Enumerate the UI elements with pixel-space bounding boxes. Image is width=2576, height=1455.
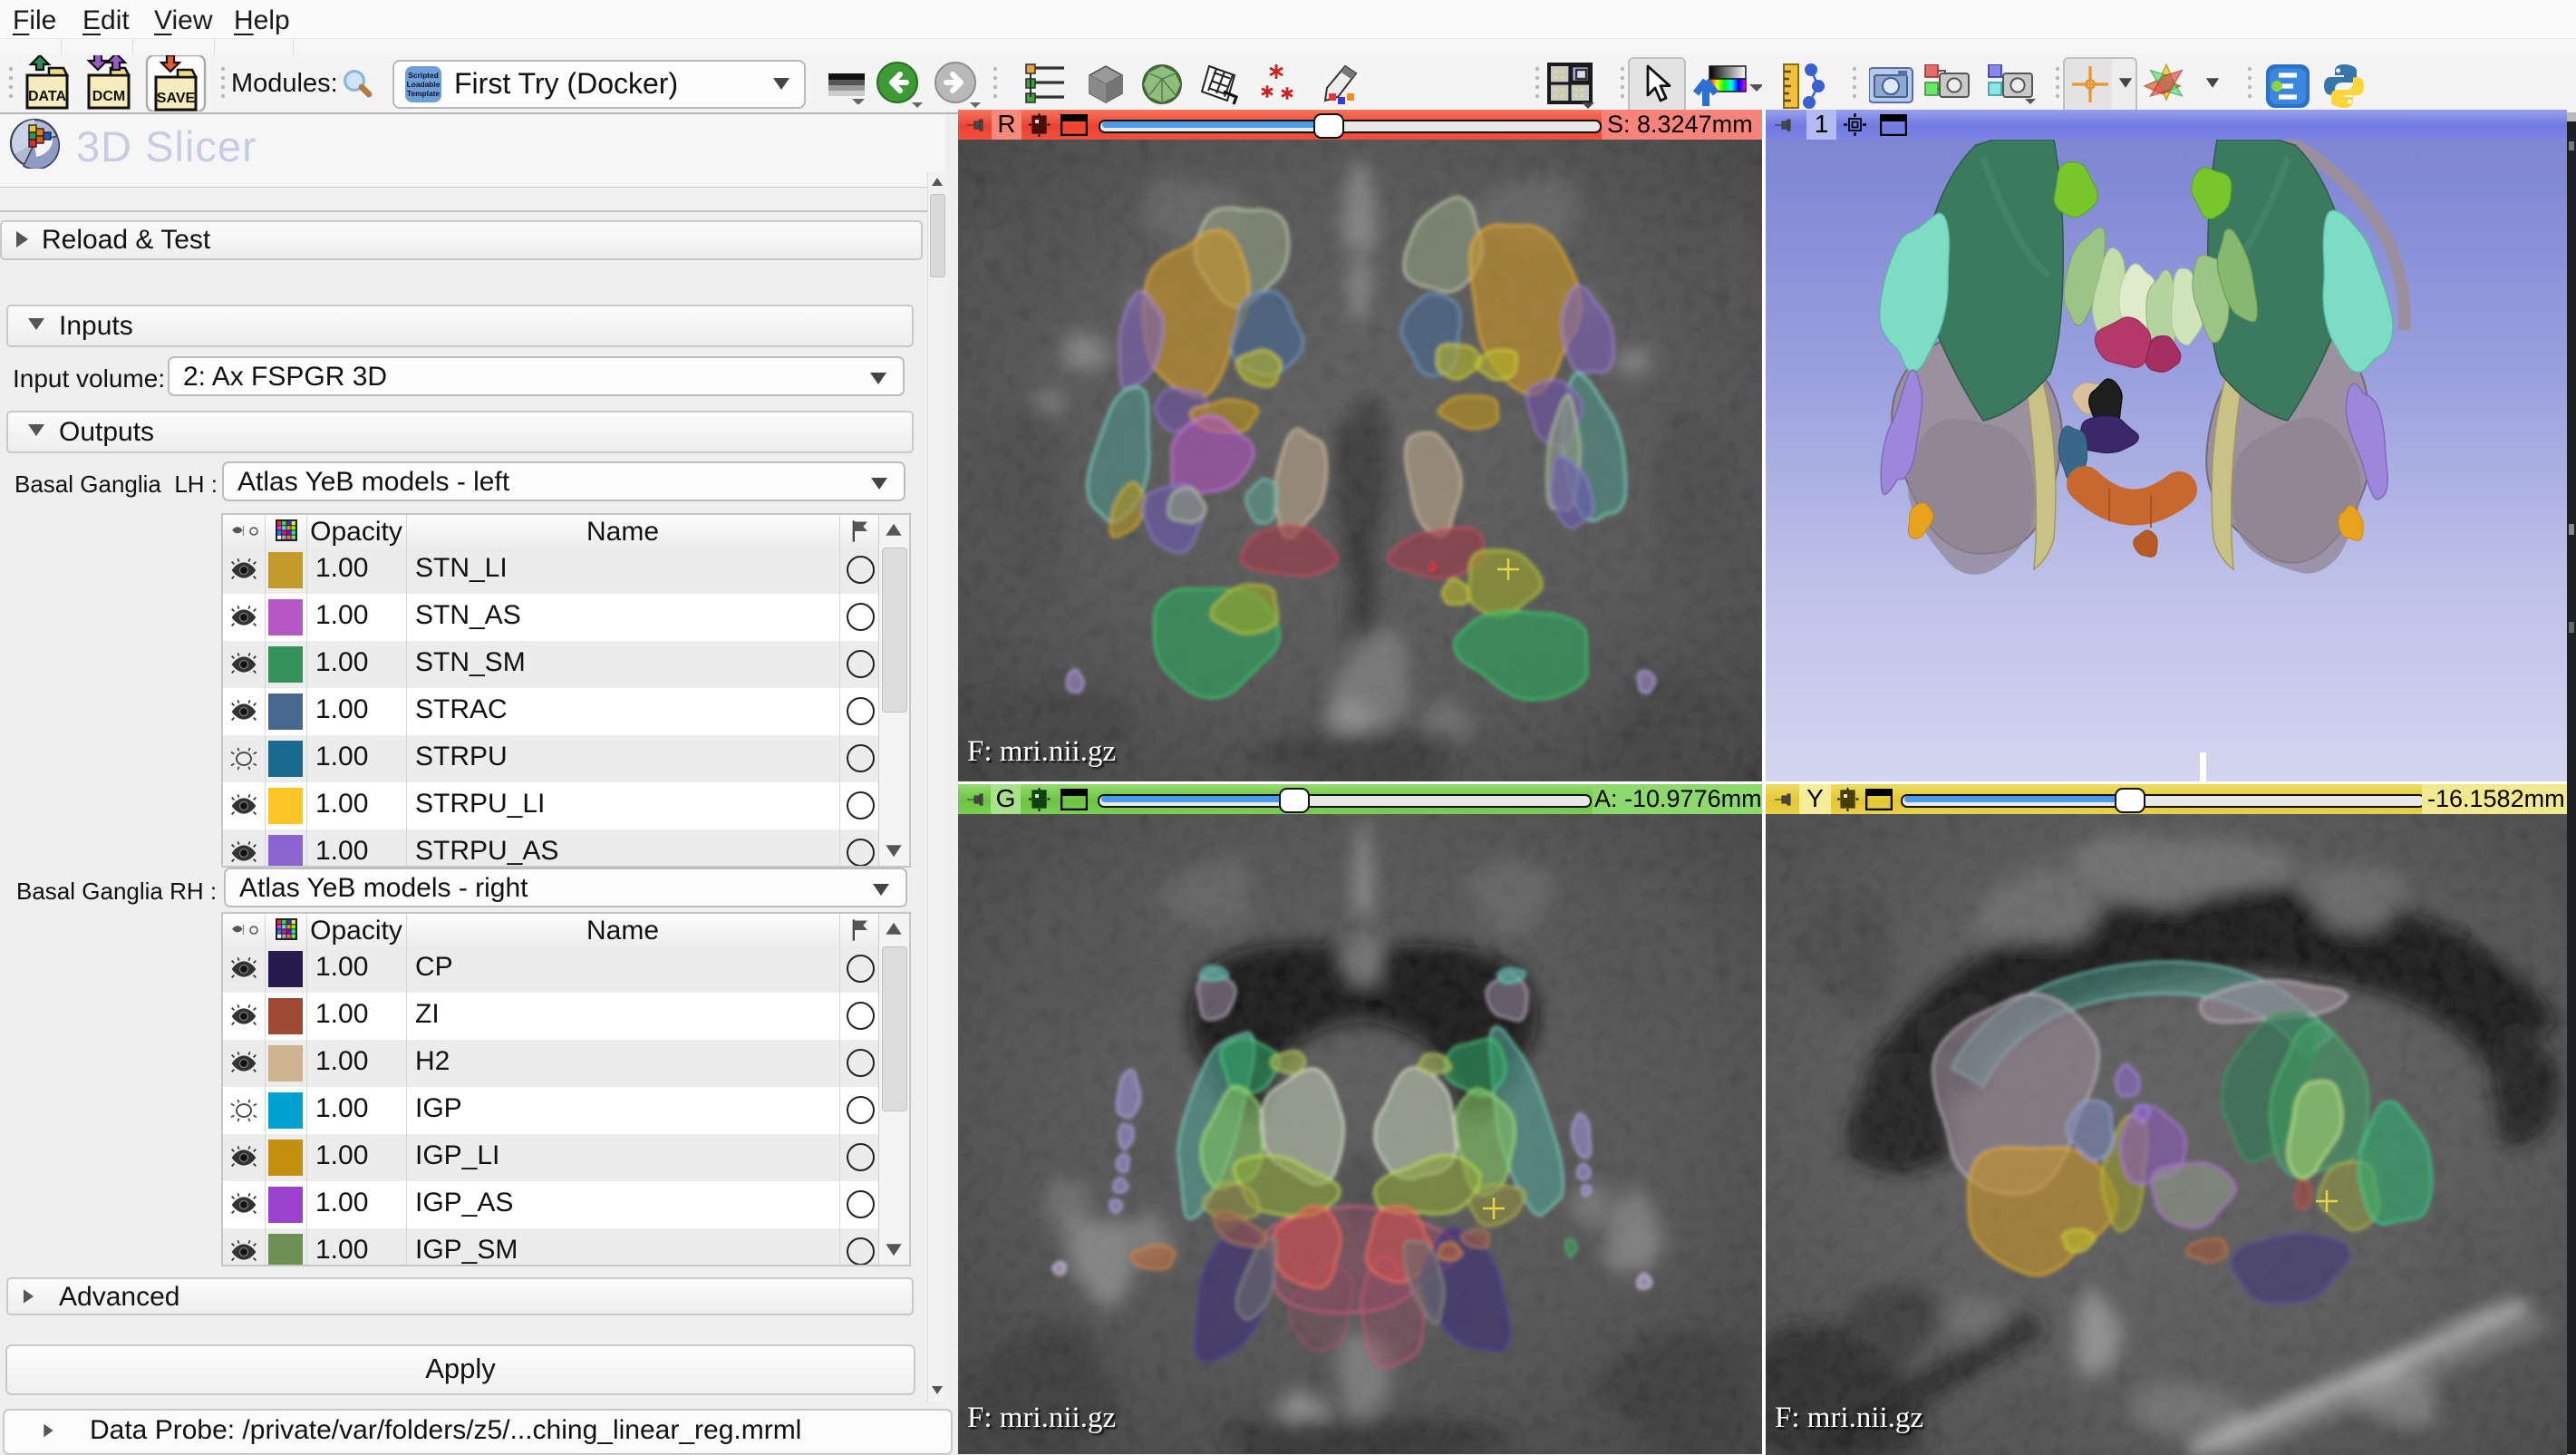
svg-text:Template: Template (407, 89, 440, 98)
svg-text:DCM: DCM (92, 89, 125, 104)
svg-text:DATA: DATA (28, 89, 67, 104)
svg-text:Loadable: Loadable (407, 80, 441, 89)
svg-text:Scripted: Scripted (408, 71, 439, 80)
svg-text:SAVE: SAVE (157, 91, 196, 106)
